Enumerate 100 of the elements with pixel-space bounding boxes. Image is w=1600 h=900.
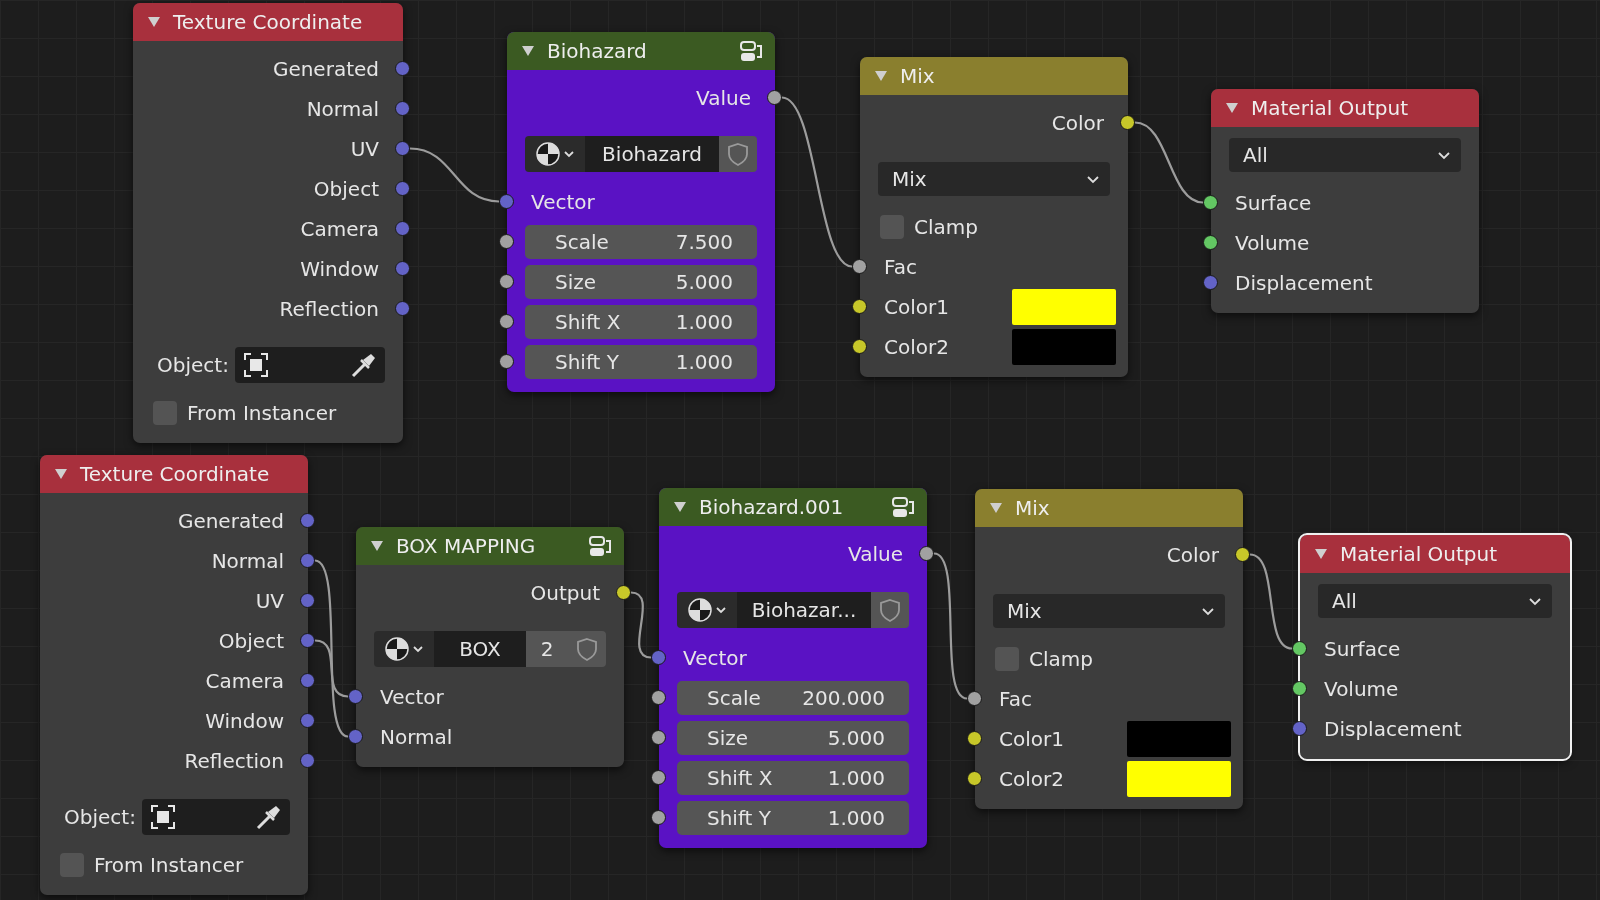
node-title: Material Output	[1251, 95, 1410, 122]
dropdown[interactable]: All	[1229, 138, 1461, 172]
value-slider[interactable]: Shift Y 1.000	[677, 801, 909, 835]
collapse-triangle-icon[interactable]	[673, 500, 687, 514]
node-panel[interactable]: Biohazard.001 Value Biohazar... Vector Scale 200.000 Size 5.000 Shift X 1.000 Shift Y 1.000	[659, 488, 927, 848]
node-panel[interactable]: Mix Color Mix Clamp Fac Color1 Color2	[860, 57, 1128, 377]
socket-label: Volume	[1235, 230, 1310, 257]
value-slider[interactable]: Shift X 1.000	[677, 761, 909, 795]
socket-label: Vector	[380, 684, 444, 711]
shading-ball-icon	[687, 597, 713, 623]
node-title: Texture Coordinate	[173, 9, 364, 36]
object-field[interactable]	[141, 799, 290, 835]
socket-label: Value	[696, 85, 751, 112]
caret-icon	[1437, 149, 1451, 161]
value-slider[interactable]: Shift Y 1.000	[525, 345, 757, 379]
socket-label: Reflection	[279, 296, 379, 323]
collapse-triangle-icon[interactable]	[1314, 547, 1328, 561]
name-field[interactable]: BOX	[434, 631, 526, 667]
socket-label: Displacement	[1235, 270, 1373, 297]
node-title: BOX MAPPING	[396, 533, 537, 560]
checkbox-label: From Instancer	[187, 400, 337, 427]
node-panel[interactable]: Biohazard Value Biohazard Vector Scale 7.500 Size 5.000 Shift X 1.000 Shift Y 1.000	[507, 32, 775, 392]
browse-button[interactable]	[525, 136, 585, 172]
dropdown[interactable]: All	[1318, 584, 1552, 618]
value-slider[interactable]: Scale 200.000	[677, 681, 909, 715]
caret-icon	[563, 148, 575, 160]
fake-user-button[interactable]	[871, 592, 909, 628]
node-title: Texture Coordinate	[80, 461, 271, 488]
checkbox-label: From Instancer	[94, 852, 244, 879]
socket-label: Color	[1166, 542, 1219, 569]
eyedropper-icon[interactable]	[349, 352, 377, 378]
socket-label: Output	[530, 580, 600, 607]
collapse-triangle-icon[interactable]	[989, 501, 1003, 515]
caret-icon	[1086, 173, 1100, 185]
socket-label: Color1	[999, 726, 1064, 753]
socket-label: Window	[300, 256, 379, 283]
object-field[interactable]	[234, 347, 385, 383]
socket-label: Color2	[999, 766, 1064, 793]
color-swatch[interactable]	[1012, 289, 1116, 325]
socket-label: UV	[350, 136, 379, 163]
collapse-triangle-icon[interactable]	[1225, 101, 1239, 115]
socket-label: Color1	[884, 294, 949, 321]
node-title: Biohazard	[547, 38, 648, 65]
node-panel[interactable]: Material Output All Surface Volume Displacement	[1300, 535, 1570, 759]
node-panel[interactable]: Material Output All Surface Volume Displacement	[1211, 89, 1479, 313]
name-field[interactable]: Biohazar...	[737, 592, 871, 628]
value-slider[interactable]: Scale 7.500	[525, 225, 757, 259]
node-header[interactable]: BOX MAPPING	[356, 527, 624, 565]
object-square-icon	[149, 804, 176, 830]
socket-label: Normal	[380, 724, 453, 751]
node-panel[interactable]: Mix Color Mix Clamp Fac Color1 Color2	[975, 489, 1243, 809]
node-header[interactable]: Biohazard.001	[659, 488, 927, 526]
node-header[interactable]: Texture Coordinate	[133, 3, 403, 41]
color-swatch[interactable]	[1012, 329, 1116, 365]
socket-label: Surface	[1235, 190, 1312, 217]
socket-label: Value	[848, 541, 903, 568]
browse-button[interactable]	[677, 592, 737, 628]
node-group-icon[interactable]	[891, 495, 915, 519]
node-header[interactable]: Biohazard	[507, 32, 775, 70]
color-swatch[interactable]	[1127, 761, 1231, 797]
node-header[interactable]: Material Output	[1211, 89, 1479, 127]
socket-label: Volume	[1324, 676, 1399, 703]
socket-label: Fac	[884, 254, 917, 281]
browse-button[interactable]	[374, 631, 434, 667]
node-header[interactable]: Material Output	[1300, 535, 1570, 573]
node-header[interactable]: Mix	[975, 489, 1243, 527]
dropdown[interactable]: Mix	[878, 162, 1110, 196]
collapse-triangle-icon[interactable]	[874, 69, 888, 83]
caret-icon	[1201, 605, 1215, 617]
node-group-icon[interactable]	[588, 534, 612, 558]
eyedropper-icon[interactable]	[254, 804, 282, 830]
color-swatch[interactable]	[1127, 721, 1231, 757]
user-count-button[interactable]: 2	[526, 631, 568, 667]
fake-user-button[interactable]	[719, 136, 757, 172]
node-header[interactable]: Mix	[860, 57, 1128, 95]
name-field[interactable]: Biohazard	[585, 136, 719, 172]
shield-icon	[576, 636, 598, 662]
node-group-icon[interactable]	[739, 39, 763, 63]
collapse-triangle-icon[interactable]	[521, 44, 535, 58]
collapse-triangle-icon[interactable]	[147, 15, 161, 29]
value-slider[interactable]: Shift X 1.000	[525, 305, 757, 339]
dropdown[interactable]: Mix	[993, 594, 1225, 628]
socket-label: Vector	[683, 645, 747, 672]
node-panel[interactable]: Texture Coordinate Generated Normal UV Object Camera Window Reflection Object: From Instancer	[40, 455, 308, 895]
socket-label: Object	[218, 628, 284, 655]
value-slider[interactable]: Size 5.000	[525, 265, 757, 299]
fake-user-button[interactable]	[568, 631, 606, 667]
socket-label: Normal	[211, 548, 284, 575]
node-panel[interactable]: BOX MAPPING Output BOX 2 Vector Normal	[356, 527, 624, 767]
socket-label: Object	[313, 176, 379, 203]
collapse-triangle-icon[interactable]	[54, 467, 68, 481]
node-header[interactable]: Texture Coordinate	[40, 455, 308, 493]
socket-label: UV	[255, 588, 284, 615]
value-slider[interactable]: Size 5.000	[677, 721, 909, 755]
node-title: Mix	[1015, 495, 1051, 522]
field-label: Object:	[64, 804, 136, 831]
node-panel[interactable]: Texture Coordinate Generated Normal UV Object Camera Window Reflection Object: From Instancer	[133, 3, 403, 443]
collapse-triangle-icon[interactable]	[370, 539, 384, 553]
socket-label: Fac	[999, 686, 1032, 713]
socket-label: Color	[1051, 110, 1104, 137]
